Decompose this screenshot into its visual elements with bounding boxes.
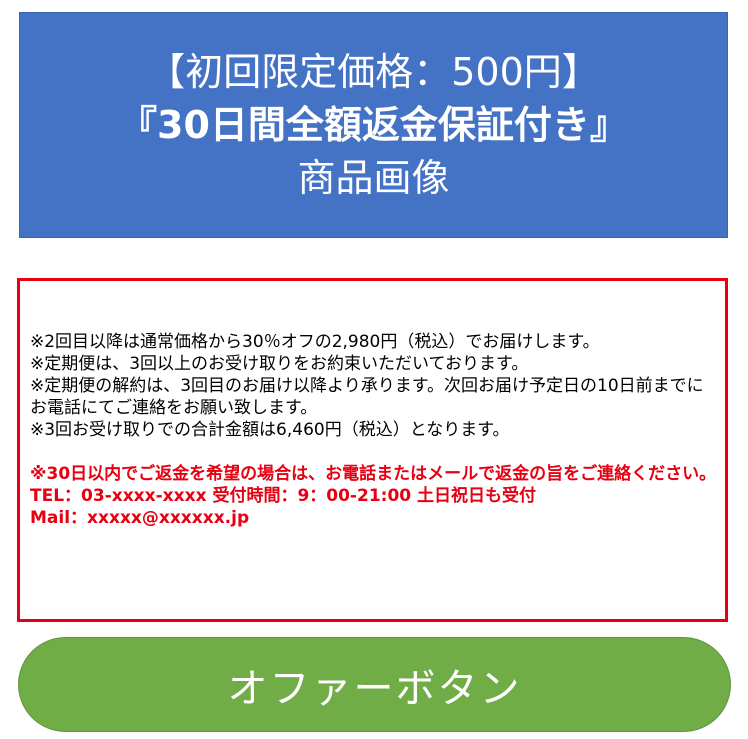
product-image-placeholder: 【初回限定価格：500円】 『30日間全額返金保証付き』 商品画像 <box>19 12 728 238</box>
notice-box: ※2回目以降は通常価格から30％オフの2,980円（税込）でお届けします。 ※定… <box>17 278 728 622</box>
note-line-commitment: ※定期便は、3回以上のお受け取りをお約束いただいております。 <box>30 354 529 374</box>
note-line-cancellation: ※定期便の解約は、3回目のお届け以降より承ります。次回お届け予定日の10日前まで… <box>30 376 704 418</box>
note-line-total: ※3回お受け取りでの合計金額は6,460円（税込）となります。 <box>30 420 510 440</box>
refund-instruction: ※30日以内でご返金を希望の場合は、お電話またはメールで返金の旨をご連絡ください… <box>30 464 717 484</box>
offer-button[interactable]: オファーボタン <box>18 637 731 732</box>
first-time-price-heading: 【初回限定価格：500円】 <box>147 50 600 94</box>
refund-contact-info: ※30日以内でご返金を希望の場合は、お電話またはメールで返金の旨をご連絡ください… <box>30 463 717 529</box>
subscription-notes: ※2回目以降は通常価格から30％オフの2,980円（税込）でお届けします。 ※定… <box>30 331 717 441</box>
note-line-discount: ※2回目以降は通常価格から30％オフの2,980円（税込）でお届けします。 <box>30 332 600 352</box>
product-image-label: 商品画像 <box>297 156 450 200</box>
contact-email: Mail：xxxxx@xxxxxx.jp <box>30 508 250 528</box>
money-back-guarantee-heading: 『30日間全額返金保証付き』 <box>119 103 628 147</box>
contact-phone: TEL：03-xxxx-xxxx 受付時間：9：00-21:00 土日祝日も受付 <box>30 486 537 506</box>
